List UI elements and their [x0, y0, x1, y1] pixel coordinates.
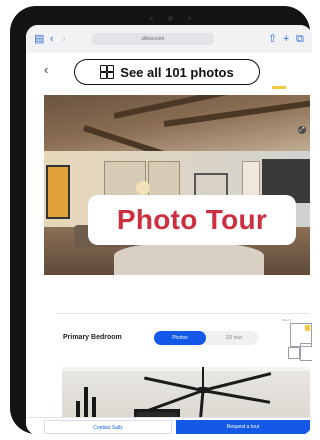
floorplan-label: Floor 1 [282, 318, 292, 322]
section-divider [56, 313, 310, 314]
front-camera [168, 16, 173, 21]
current-room-marker [305, 325, 310, 331]
request-tour-button[interactable]: Request a tour [176, 420, 310, 434]
highlight-marker [272, 86, 286, 89]
contact-agent-button[interactable]: Contact Sally [44, 420, 172, 434]
sensor-dot [188, 17, 191, 20]
living-room-photo[interactable] [44, 95, 310, 275]
contact-label: Contact Sally [93, 425, 123, 431]
browser-toolbar: ▤ ‹ › zillow.com ⇧ + ⧉ [26, 25, 312, 54]
see-all-photos-button[interactable]: See all 101 photos [74, 59, 260, 85]
tabs-icon[interactable]: ⧉ [296, 33, 304, 45]
expand-icon[interactable]: ⤢ [298, 126, 306, 134]
section-title: Primary Bedroom [63, 334, 122, 341]
forward-icon[interactable]: › [62, 33, 66, 45]
new-tab-icon[interactable]: + [283, 33, 289, 45]
footer-bar: Contact Sally Request a tour [26, 417, 312, 435]
photos-toggle-button[interactable]: Photos [154, 331, 206, 345]
media-toggle: Photos 3D tour [154, 331, 258, 345]
photos-toggle-label: Photos [172, 335, 188, 341]
request-label: Request a tour [226, 424, 260, 430]
photo-tag-icon [298, 285, 306, 291]
overlay-title: Photo Tour [116, 204, 268, 235]
back-icon[interactable]: ‹ [50, 33, 54, 45]
chevron-left-icon[interactable]: ‹ [44, 63, 48, 77]
tablet-device: ▤ ‹ › zillow.com ⇧ + ⧉ ‹ See all 101 pho… [10, 6, 312, 435]
sidebar-icon[interactable]: ▤ [34, 33, 44, 45]
grid-icon [100, 65, 115, 79]
screen: ▤ ‹ › zillow.com ⇧ + ⧉ ‹ See all 101 pho… [26, 25, 312, 435]
3d-tour-toggle-button[interactable]: 3D tour [210, 331, 258, 345]
see-all-label: See all 101 photos [120, 64, 234, 80]
3d-tour-toggle-label: 3D tour [225, 335, 243, 341]
address-bar[interactable]: zillow.com [92, 33, 214, 45]
photo-tour-overlay: Photo Tour [88, 195, 296, 245]
url-text: zillow.com [141, 36, 165, 42]
share-icon[interactable]: ⇧ [268, 33, 277, 45]
floorplan-thumbnail[interactable]: Floor 1 [280, 317, 312, 363]
sensor-dot [150, 17, 153, 20]
